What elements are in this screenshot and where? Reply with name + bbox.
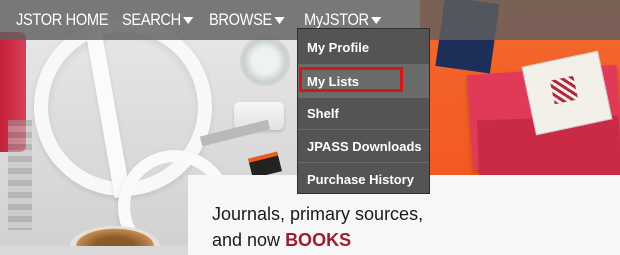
tagline-line-1: Journals, primary sources, [212, 204, 424, 224]
menu-item-label: My Lists [307, 73, 360, 89]
chevron-down-icon [274, 16, 285, 24]
menu-item-label: JPASS Downloads [307, 138, 422, 154]
menu-item-my-lists[interactable]: My Lists [298, 65, 429, 97]
menu-item-shelf[interactable]: Shelf [298, 97, 429, 129]
nav-search-label: SEARCH [122, 10, 181, 29]
chevron-down-icon [371, 16, 382, 24]
tagline-line-2-prefix: and now [212, 230, 286, 250]
menu-item-label: Shelf [307, 105, 339, 121]
magnifier-image [240, 36, 290, 86]
menu-item-jpass-downloads[interactable]: JPASS Downloads [298, 130, 429, 162]
menu-item-label: My Profile [307, 39, 370, 55]
binder-image [8, 120, 32, 230]
myjstor-dropdown-menu: My Profile My Lists Shelf JPASS Download… [297, 28, 430, 194]
nav-browse[interactable]: BROWSE [209, 8, 285, 32]
hero-tagline: Journals, primary sources, and now BOOKS [212, 201, 612, 253]
nav-myjstor-label: MyJSTOR [304, 10, 369, 29]
nav-jstor-home-label: JSTOR HOME [16, 10, 109, 29]
nav-browse-label: BROWSE [209, 10, 272, 29]
nav-search[interactable]: SEARCH [122, 8, 194, 32]
menu-item-label: Purchase History [307, 171, 414, 187]
nav-jstor-home[interactable]: JSTOR HOME [16, 8, 108, 32]
menu-item-purchase-history[interactable]: Purchase History [298, 163, 429, 195]
tagline-books-accent: BOOKS [285, 230, 352, 250]
menu-item-my-profile[interactable]: My Profile [298, 31, 429, 63]
chevron-down-icon [183, 16, 194, 24]
passport-stamp-image [549, 75, 579, 105]
